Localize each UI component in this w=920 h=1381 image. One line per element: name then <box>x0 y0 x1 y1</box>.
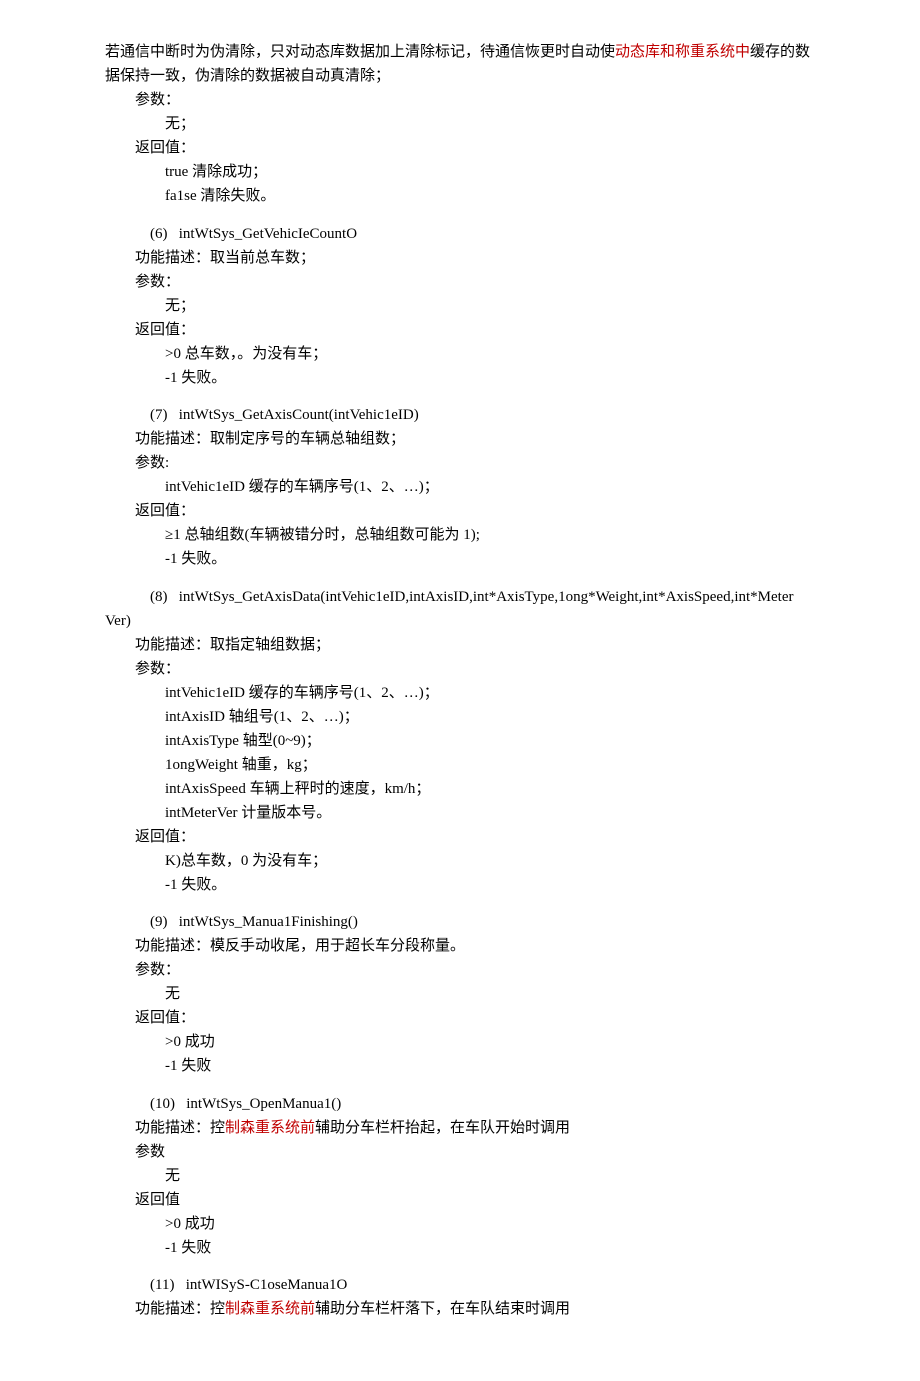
f6-params: 参数： <box>105 270 815 294</box>
f8-sig-a: intWtSys_GetAxisData(intVehic1eID,intAxi… <box>179 589 794 605</box>
f10-desc: 功能描述：控制森重系统前辅助分车栏杆抬起，在车队开始时调用 <box>105 1116 815 1140</box>
f8-sig-line1: (8) intWtSys_GetAxisData(intVehic1eID,in… <box>105 585 815 609</box>
f6-sig-text: intWtSys_GetVehicIeCountO <box>179 226 357 242</box>
f10-ret: 返回值 <box>105 1188 815 1212</box>
f6-r2: -1 失败。 <box>105 366 815 390</box>
f7-sig: (7) intWtSys_GetAxisCount(intVehic1eID) <box>105 403 815 427</box>
f6-desc: 功能描述：取当前总车数； <box>105 246 815 270</box>
f8-desc: 功能描述：取指定轴组数据； <box>105 633 815 657</box>
f9-sig-text: intWtSys_Manua1Finishing() <box>179 914 358 930</box>
f8-sig-line2: Ver) <box>105 609 815 633</box>
f9-sig: (9) intWtSys_Manua1Finishing() <box>105 910 815 934</box>
f7-p1: intVehic1eID 缓存的车辆序号(1、2、…)； <box>105 475 815 499</box>
intro-none: 无； <box>105 112 815 136</box>
f10-r2: -1 失败 <box>105 1236 815 1260</box>
intro-r2: fa1se 清除失败。 <box>105 184 815 208</box>
f6-r1: >0 总车数，。为没有车； <box>105 342 815 366</box>
f8-r2: -1 失败。 <box>105 873 815 897</box>
f6-none: 无； <box>105 294 815 318</box>
f10-sig: (10) intWtSys_OpenManua1() <box>105 1092 815 1116</box>
f8-ret: 返回值： <box>105 825 815 849</box>
f10-sig-text: intWtSys_OpenManua1() <box>186 1096 341 1112</box>
intro-l1a: 若通信中断时为伪清除，只对动态库数据加上清除标记，待通信恢更时自动使 <box>105 44 615 60</box>
f11-sig: (11) intWISyS-C1oseManua1O <box>105 1273 815 1297</box>
intro-r1: true 清除成功； <box>105 160 815 184</box>
f7-r2: -1 失败。 <box>105 547 815 571</box>
f8-p3: intAxisType 轴型(0~9)； <box>105 729 815 753</box>
intro-params: 参数： <box>105 88 815 112</box>
intro-line-2: 据保持一致，伪清除的数据被自动真清除； <box>105 64 815 88</box>
f11-desc-red: 制森重系统前 <box>225 1301 315 1317</box>
f8-r1: K)总车数，0 为没有车； <box>105 849 815 873</box>
f8-p6: intMeterVer 计量版本号。 <box>105 801 815 825</box>
f9-desc: 功能描述：模反手动收尾，用于超长车分段称量。 <box>105 934 815 958</box>
f7-r1: ≥1 总轴组数(车辆被错分时，总轴组数可能为 1); <box>105 523 815 547</box>
f7-params: 参数: <box>105 451 815 475</box>
f8-p4: 1ongWeight 轴重，kg； <box>105 753 815 777</box>
intro-ret: 返回值： <box>105 136 815 160</box>
f7-desc: 功能描述：取制定序号的车辆总轴组数； <box>105 427 815 451</box>
f8-p5: intAxisSpeed 车辆上秤时的速度，km/h； <box>105 777 815 801</box>
f6-ret: 返回值： <box>105 318 815 342</box>
f9-none: 无 <box>105 982 815 1006</box>
f10-r1: >0 成功 <box>105 1212 815 1236</box>
f10-desc-red: 制森重系统前 <box>225 1120 315 1136</box>
f9-r1: >0 成功 <box>105 1030 815 1054</box>
f10-desc-a: 功能描述：控 <box>135 1120 225 1136</box>
f9-params: 参数： <box>105 958 815 982</box>
f8-p1: intVehic1eID 缓存的车辆序号(1、2、…)； <box>105 681 815 705</box>
f8-p2: intAxisID 轴组号(1、2、…)； <box>105 705 815 729</box>
f9-ret: 返回值： <box>105 1006 815 1030</box>
f8-params: 参数： <box>105 657 815 681</box>
f10-params: 参数 <box>105 1140 815 1164</box>
f10-desc-b: 辅助分车栏杆抬起，在车队开始时调用 <box>315 1120 570 1136</box>
f11-desc-a: 功能描述：控 <box>135 1301 225 1317</box>
f9-r2: -1 失败 <box>105 1054 815 1078</box>
f10-none: 无 <box>105 1164 815 1188</box>
f6-sig: (6) intWtSys_GetVehicIeCountO <box>105 222 815 246</box>
intro-l1-red: 动态库和称重系统中 <box>615 44 750 60</box>
f11-sig-text: intWISyS-C1oseManua1O <box>186 1277 348 1293</box>
intro-line-1: 若通信中断时为伪清除，只对动态库数据加上清除标记，待通信恢更时自动使动态库和称重… <box>105 40 815 64</box>
f7-sig-text: intWtSys_GetAxisCount(intVehic1eID) <box>179 407 419 423</box>
f11-desc-b: 辅助分车栏杆落下，在车队结束时调用 <box>315 1301 570 1317</box>
f7-ret: 返回值： <box>105 499 815 523</box>
intro-l1b: 缓存的数 <box>750 44 810 60</box>
